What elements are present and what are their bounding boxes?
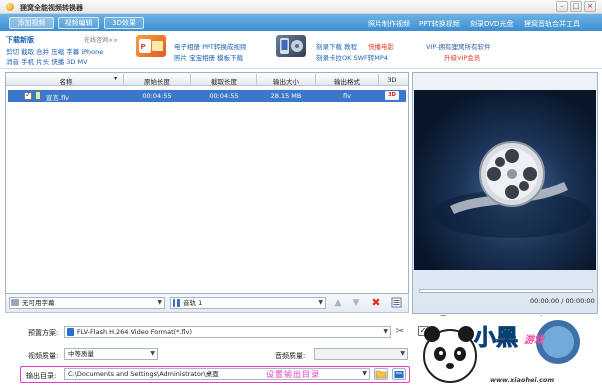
- chevron-down-icon: ▼: [150, 350, 155, 357]
- col-divider: [190, 74, 191, 85]
- output-dir-annotation: 设置输出目录: [266, 370, 320, 379]
- audio-track-value: 音轨 1: [183, 299, 203, 307]
- col-divider: [315, 74, 316, 85]
- chevron-down-icon: ▼: [157, 299, 162, 306]
- col-cut-length[interactable]: 截取长度: [194, 76, 254, 86]
- playback-time: 00:00:00 / 00:00:00: [530, 297, 595, 305]
- online-consult-link[interactable]: 在线咨询>>: [84, 35, 118, 44]
- preview-video: [414, 90, 596, 270]
- col-output-format[interactable]: 输出格式: [318, 76, 376, 86]
- ppt-promo-icon: P: [136, 35, 166, 57]
- col-divider: [378, 74, 379, 85]
- upgrade-vip-link[interactable]: 升级VIP会员: [444, 52, 480, 62]
- preview-screen: 00:00:00 / 00:00:00 ▶ ■ ◀): [414, 90, 596, 338]
- col-divider: [256, 74, 257, 85]
- download-links-row1[interactable]: 剪切 截取 合并 压缩 字幕 iPhone: [6, 46, 103, 56]
- logo-text: 小黑: [473, 326, 519, 352]
- download-title[interactable]: 下载新版: [6, 35, 34, 45]
- download-links-row2[interactable]: 消音 手机 片头 快播 3D MV: [6, 56, 88, 66]
- preset-value: FLV-Flash H.264 Video Format(*.flv): [77, 328, 192, 336]
- maximize-button[interactable]: □: [570, 1, 582, 12]
- site-logo: 小黑 游戏 www.xiaohei.com: [420, 312, 602, 391]
- logo-url: www.xiaohei.com: [490, 376, 555, 384]
- col-name[interactable]: 名称: [46, 76, 86, 86]
- row-cut-length: 00:04:55: [209, 92, 239, 100]
- settings-tools-icon[interactable]: ✂: [394, 326, 406, 338]
- chevron-down-icon: ▼: [383, 328, 388, 335]
- tab-3d-effect[interactable]: 3D效果: [104, 17, 144, 29]
- tab-add-video[interactable]: 添加视频: [9, 17, 54, 29]
- promo-photo-album[interactable]: 电子相册 PPT转换成视频: [174, 41, 246, 51]
- chevron-down-icon: ▼: [400, 350, 405, 357]
- preview-panel: 00:00:00 / 00:00:00 ▶ ■ ◀): [412, 72, 598, 323]
- link-audio-merge[interactable]: 狸窝音轨合并工具: [524, 19, 580, 29]
- vip-description[interactable]: VIP-拥有狸窝所有软件: [426, 41, 491, 51]
- link-burn-dvd[interactable]: 刻录DVD光盘: [470, 19, 513, 29]
- audio-quality-select[interactable]: ▼: [314, 348, 408, 360]
- playback-progress-slider[interactable]: [419, 289, 593, 293]
- preset-label: 预置方案:: [28, 329, 59, 337]
- move-down-icon[interactable]: ▼: [350, 297, 362, 309]
- output-dir-label: 输出目录:: [26, 372, 57, 380]
- subtitle-icon: [11, 299, 19, 306]
- file-info-icon[interactable]: [390, 297, 402, 309]
- row-output-format: flv: [343, 92, 351, 100]
- video-quality-label: 视频质量:: [28, 352, 59, 360]
- 3d-effect-icon[interactable]: 3D: [385, 91, 399, 100]
- minimize-button[interactable]: –: [556, 1, 568, 12]
- audio-track-icon: [173, 299, 180, 307]
- promo-kuaibo[interactable]: 快播电影: [368, 41, 394, 51]
- logo-sub: 游戏: [524, 335, 544, 346]
- vip-box: VIP-拥有狸窝所有软件 升级VIP会员: [418, 35, 528, 63]
- table-row[interactable]: 宣言.flv 00:04:55 00:04:55 28.15 MB flv 3D: [8, 90, 406, 102]
- browse-folder-button[interactable]: [374, 368, 388, 380]
- phone-promo-icon: [276, 35, 306, 57]
- col-name-sort-icon[interactable]: ▾: [114, 75, 117, 82]
- promo-templates[interactable]: 照片 宝宝相册 模板下载: [174, 52, 243, 62]
- subtitle-select[interactable]: 无可用字幕 ▼: [9, 297, 165, 309]
- subtitle-audio-bar: 无可用字幕 ▼ 音轨 1 ▼ ▲ ▼ ✖: [5, 294, 409, 313]
- move-up-icon[interactable]: ▲: [332, 297, 344, 309]
- open-folder-icon: [394, 371, 404, 378]
- promo-karaoke[interactable]: 刻录卡拉OK SWF转MP4: [316, 52, 388, 62]
- film-reel-icon: [432, 141, 592, 238]
- chevron-down-icon: ▼: [362, 370, 367, 377]
- video-format-icon: [67, 328, 74, 336]
- chevron-down-icon: ▼: [318, 299, 323, 306]
- menu-bar: 添加视频 视频编辑 3D效果 照片制作视频 PPT转换视频 刻录DVD光盘 狸窝…: [0, 14, 602, 31]
- output-dir-input[interactable]: C:\Documents and Settings\Administrator\…: [64, 368, 370, 380]
- audio-quality-label: 音频质量:: [275, 352, 306, 360]
- open-folder-button[interactable]: [392, 368, 406, 380]
- link-ppt-video[interactable]: PPT转换视频: [419, 19, 460, 29]
- folder-icon: [375, 370, 387, 379]
- col-original-length[interactable]: 原始长度: [127, 76, 187, 86]
- row-checkbox[interactable]: [24, 90, 32, 100]
- list-header: 名称 ▾ 原始长度 截取长度 输出大小 输出格式 3D: [6, 73, 408, 86]
- tab-video-edit[interactable]: 视频编辑: [58, 17, 99, 29]
- subtitle-value: 无可用字幕: [22, 299, 55, 307]
- svg-text:P: P: [141, 43, 146, 51]
- file-icon: [35, 91, 41, 100]
- preset-select[interactable]: FLV-Flash H.264 Video Format(*.flv) ▼: [64, 326, 391, 338]
- output-dir-value: C:\Documents and Settings\Administrator\…: [68, 370, 219, 378]
- title-bar: 狸窝全能视频转换器 – □ ×: [0, 0, 602, 14]
- video-quality-select[interactable]: 中等质量 ▼: [64, 348, 158, 360]
- col-divider: [123, 74, 124, 85]
- row-original-length: 00:04:55: [142, 92, 172, 100]
- download-box: 下载新版 在线咨询>> 剪切 截取 合并 压缩 字幕 iPhone 消音 手机 …: [4, 33, 125, 67]
- audio-track-select[interactable]: 音轨 1 ▼: [170, 297, 326, 309]
- link-photo-video[interactable]: 照片制作视频: [368, 19, 410, 29]
- video-quality-value: 中等质量: [68, 350, 94, 358]
- window-title: 狸窝全能视频转换器: [20, 4, 83, 12]
- row-output-size: 28.15 MB: [270, 92, 302, 100]
- promo-burn-tutorial[interactable]: 刻录下载 教程: [316, 41, 357, 51]
- app-icon: [6, 3, 14, 11]
- promo-banner: 下载新版 在线咨询>> 剪切 截取 合并 压缩 字幕 iPhone 消音 手机 …: [0, 31, 602, 69]
- col-output-size[interactable]: 输出大小: [260, 76, 312, 86]
- close-button[interactable]: ×: [584, 1, 596, 12]
- row-name: 宣言.flv: [46, 94, 70, 102]
- delete-icon[interactable]: ✖: [370, 297, 382, 309]
- col-3d[interactable]: 3D: [380, 76, 404, 84]
- file-list-panel: 名称 ▾ 原始长度 截取长度 输出大小 输出格式 3D 宣言.flv 00:04…: [5, 72, 409, 294]
